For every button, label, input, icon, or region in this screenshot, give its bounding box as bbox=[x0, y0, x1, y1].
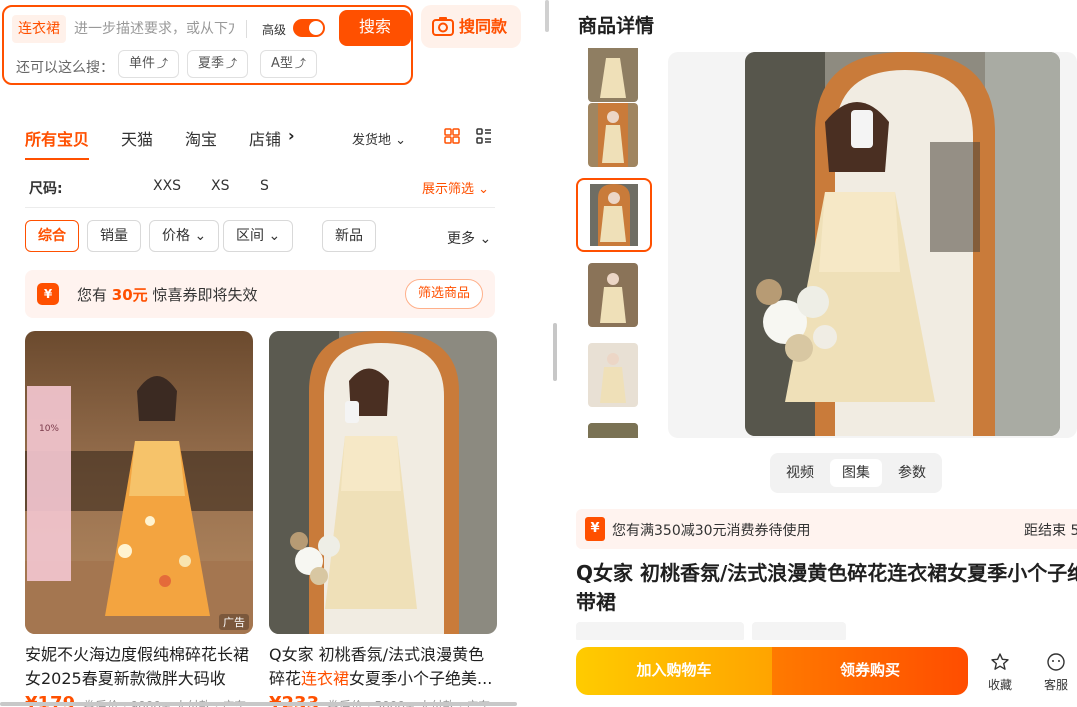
arrow-up-icon: ⤴ bbox=[294, 57, 306, 70]
size-filter-label: 尺码: bbox=[29, 181, 63, 197]
chevron-right-icon[interactable]: › bbox=[288, 126, 295, 145]
media-tabs: 视频 图集 参数 bbox=[770, 453, 942, 493]
tab-params[interactable]: 参数 bbox=[886, 459, 938, 487]
promo-text: 您有满350减30元消费券待使用 bbox=[612, 523, 811, 539]
divider bbox=[246, 20, 247, 38]
result-tabs: 所有宝贝 天猫 淘宝 店铺 › 发货地 ⌄ bbox=[25, 118, 495, 160]
suggestion-chip-label: A型 bbox=[271, 56, 293, 71]
thumbnail[interactable] bbox=[588, 263, 638, 327]
product-image[interactable]: 10% 广告 bbox=[25, 331, 253, 634]
advanced-toggle[interactable] bbox=[293, 19, 325, 37]
sort-range-label: 区间 bbox=[236, 228, 264, 244]
tab-taobao[interactable]: 淘宝 bbox=[185, 126, 217, 150]
thumbnail[interactable] bbox=[588, 343, 638, 407]
arrow-up-icon: ⤴ bbox=[157, 57, 169, 70]
search-input[interactable] bbox=[74, 15, 234, 43]
product-title-highlight: 连衣裙 bbox=[301, 669, 350, 688]
vertical-scrollbar[interactable] bbox=[545, 0, 549, 32]
suggestion-chip[interactable]: A型 ⤴ bbox=[260, 50, 317, 78]
show-filter-label: 展示筛选 bbox=[421, 182, 474, 197]
tab-all[interactable]: 所有宝贝 bbox=[25, 126, 89, 150]
search-box: 连衣裙 高级 搜索 还可以这么搜： 单件⤴ 夏季⤴ A型⤴ bbox=[2, 5, 413, 85]
product-card[interactable]: Q女家 初桃香氛/法式浪漫黄色碎花连衣裙女夏季小个子绝美... ¥233 券后价… bbox=[269, 331, 497, 707]
suggestion-chip-label: 夏季 bbox=[198, 56, 225, 71]
product-card[interactable]: 10% 广告 安妮不火海边度假纯棉碎花长裙女2025春夏新款微胖大码收腰... … bbox=[25, 331, 253, 707]
detail-header: 商品详情 bbox=[578, 15, 655, 37]
tab-shop[interactable]: 店铺 bbox=[249, 126, 281, 150]
spec-tag bbox=[752, 622, 846, 640]
sort-new[interactable]: 新品 bbox=[322, 220, 376, 252]
size-filter-row: 尺码: XXS XS S 展示筛选 ⌄ bbox=[25, 170, 495, 208]
keyword-tag[interactable]: 连衣裙 bbox=[12, 15, 66, 43]
ad-tag: 广告 bbox=[219, 614, 249, 630]
advanced-label: 高级 bbox=[262, 23, 287, 37]
promo-countdown: 距结束 5 bbox=[1024, 523, 1077, 539]
buy-with-coupon-button[interactable]: 领券购买 bbox=[772, 647, 968, 695]
product-detail-pane: 商品详情 视频 图集 参数 ¥ 您有满350减30元消费券待使用 距结束 5 Q… bbox=[558, 0, 1077, 707]
show-filter-button[interactable]: 展示筛选 ⌄ bbox=[422, 178, 489, 197]
sort-range[interactable]: 区间 ⌄ bbox=[223, 220, 294, 252]
add-to-cart-button[interactable]: 加入购物车 bbox=[576, 647, 772, 695]
product-title-text: 女夏季小个子绝美... bbox=[349, 669, 493, 688]
camera-icon bbox=[432, 17, 454, 36]
sort-comprehensive[interactable]: 综合 bbox=[25, 220, 79, 252]
ship-from-label: 发货地 bbox=[352, 133, 392, 148]
more-filters-button[interactable]: 更多 ⌄ bbox=[447, 228, 491, 248]
thumbnail-strip bbox=[576, 48, 652, 438]
grid-view-icon[interactable] bbox=[444, 128, 460, 144]
favorite-label: 收藏 bbox=[987, 678, 1012, 692]
product-title: Q女家 初桃香氛/法式浪漫黄色碎花连衣裙女夏季小个子绝 bbox=[576, 561, 1077, 585]
suggestion-chip[interactable]: 单件 ⤴ bbox=[118, 50, 180, 78]
chat-icon bbox=[1047, 653, 1065, 671]
suggest-label: 还可以这么搜： bbox=[16, 60, 114, 76]
spec-tags bbox=[576, 620, 1077, 640]
thumbnail-selected[interactable] bbox=[576, 178, 652, 252]
promo-coupon-bar[interactable]: ¥ 您有满350减30元消费券待使用 距结束 5 bbox=[576, 509, 1077, 549]
star-icon bbox=[991, 653, 1009, 670]
photo-search-label: 搜同款 bbox=[459, 17, 508, 36]
thumbnail[interactable] bbox=[588, 423, 638, 438]
main-product-image[interactable] bbox=[745, 52, 1060, 436]
coupon-prefix: 您有 bbox=[77, 286, 108, 304]
size-option[interactable]: XS bbox=[211, 178, 229, 194]
photo-search-button[interactable]: 搜同款 bbox=[421, 5, 521, 48]
ship-from-dropdown[interactable]: 发货地 ⌄ bbox=[352, 129, 406, 148]
sort-price-label: 价格 bbox=[162, 228, 190, 244]
product-image[interactable] bbox=[269, 331, 497, 634]
product-title[interactable]: 安妮不火海边度假纯棉碎花长裙女2025春夏新款微胖大码收腰... bbox=[25, 643, 253, 691]
spec-tag bbox=[576, 622, 744, 640]
arrow-up-icon: ⤴ bbox=[226, 57, 238, 70]
svg-text:10%: 10% bbox=[39, 424, 59, 434]
thumbnail[interactable] bbox=[588, 48, 638, 102]
more-filters-label: 更多 bbox=[447, 231, 475, 247]
sort-sales[interactable]: 销量 bbox=[87, 220, 141, 252]
coupon-text: 您有 30元 惊喜券即将失效 bbox=[77, 284, 257, 305]
service-label: 客服 bbox=[1043, 678, 1068, 692]
vertical-scrollbar[interactable] bbox=[553, 323, 557, 381]
suggestion-chip-label: 单件 bbox=[129, 56, 156, 71]
search-button[interactable]: 搜索 bbox=[339, 10, 411, 46]
thumbnail[interactable] bbox=[588, 103, 638, 167]
coupon-suffix: 惊喜券即将失效 bbox=[152, 286, 258, 304]
coupon-banner: ¥ 您有 30元 惊喜券即将失效 筛选商品 bbox=[25, 270, 495, 318]
size-option[interactable]: XXS bbox=[153, 178, 181, 194]
size-option[interactable]: S bbox=[260, 178, 269, 194]
tab-gallery[interactable]: 图集 bbox=[830, 459, 882, 487]
coupon-amount: 30元 bbox=[111, 286, 148, 304]
favorite-button[interactable]: 收藏 bbox=[982, 652, 1018, 693]
active-tab-underline bbox=[25, 158, 89, 160]
search-results-pane: 连衣裙 高级 搜索 还可以这么搜： 单件⤴ 夏季⤴ A型⤴ 搜同款 bbox=[0, 0, 548, 707]
coupon-icon: ¥ bbox=[585, 517, 605, 541]
tab-video[interactable]: 视频 bbox=[774, 459, 826, 487]
coupon-icon: ¥ bbox=[37, 283, 59, 305]
product-title[interactable]: Q女家 初桃香氛/法式浪漫黄色碎花连衣裙女夏季小个子绝美... bbox=[269, 643, 497, 691]
horizontal-scrollbar[interactable] bbox=[0, 702, 517, 706]
product-title-line2: 带裙 bbox=[576, 590, 616, 614]
tab-tmall[interactable]: 天猫 bbox=[121, 126, 153, 150]
sort-price[interactable]: 价格 ⌄ bbox=[149, 220, 220, 252]
filter-goods-button[interactable]: 筛选商品 bbox=[404, 279, 483, 309]
customer-service-button[interactable]: 客服 bbox=[1038, 652, 1074, 693]
suggestion-chip[interactable]: 夏季 ⤴ bbox=[187, 50, 249, 78]
list-view-icon[interactable] bbox=[476, 128, 492, 144]
